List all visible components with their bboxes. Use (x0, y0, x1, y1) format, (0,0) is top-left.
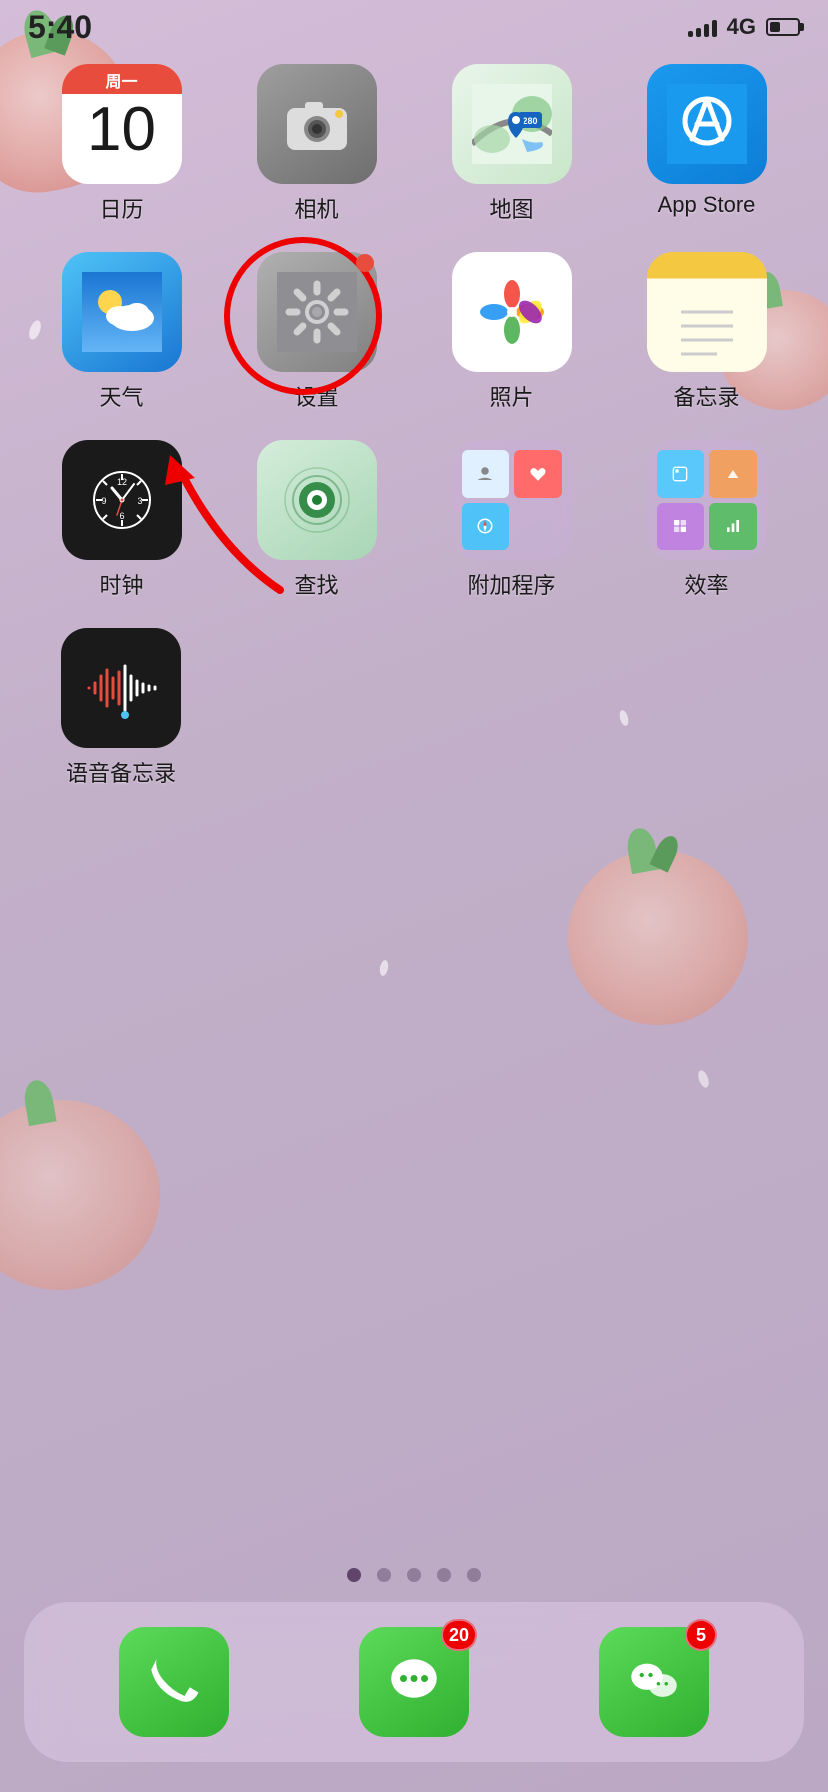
app-photos[interactable]: 照片 (437, 252, 587, 412)
signal-bars (688, 17, 717, 37)
signal-bar-4 (712, 20, 717, 37)
voicememo-label: 语音备忘录 (66, 756, 176, 788)
camera-icon (257, 64, 377, 184)
app-clock[interactable]: 12 6 9 3 时钟 (47, 440, 197, 600)
calendar-date: 10 (87, 96, 156, 164)
extras-mini-health (514, 450, 562, 498)
app-grid: 周一 10 日历 相机 (0, 64, 828, 816)
voicememo-svg (81, 648, 161, 728)
efficiency-folder-grid (647, 440, 767, 560)
clock-svg: 12 6 9 3 (82, 460, 162, 540)
photos-icon (452, 252, 572, 372)
calendar-icon: 周一 10 (62, 64, 182, 184)
signal-bar-3 (704, 24, 709, 37)
maps-svg: 280 (472, 84, 552, 164)
app-voicememo[interactable]: 语音备忘录 (46, 628, 196, 788)
phone-icon (119, 1627, 229, 1737)
dock: 20 5 (24, 1602, 804, 1762)
svg-text:6: 6 (119, 511, 124, 521)
extras-folder-grid (452, 440, 572, 560)
app-row-4: 语音备忘录 (24, 628, 804, 788)
status-bar: 5:40 4G (0, 0, 828, 54)
battery-indicator (766, 18, 800, 36)
calendar-label: 日历 (99, 192, 143, 224)
app-efficiency-folder[interactable]: 效率 (632, 440, 782, 600)
page-dot-5[interactable] (467, 1568, 481, 1582)
page-dot-1[interactable] (347, 1568, 361, 1582)
extras-label: 附加程序 (467, 568, 555, 600)
notes-lines-svg (667, 302, 747, 362)
app-extras-folder[interactable]: 附加程序 (437, 440, 587, 600)
messages-badge: 20 (441, 1619, 477, 1651)
app-calendar[interactable]: 周一 10 日历 (47, 64, 197, 224)
status-right: 4G (688, 14, 800, 40)
dock-wechat[interactable]: 5 (599, 1627, 709, 1737)
svg-text:12: 12 (116, 477, 126, 487)
signal-bar-1 (688, 31, 693, 37)
settings-badge (356, 254, 374, 272)
network-label: 4G (727, 14, 756, 40)
eff-mini-1 (657, 450, 705, 498)
page-dots (0, 1568, 828, 1582)
weather-icon (62, 252, 182, 372)
calendar-weekday: 周一 (62, 64, 182, 94)
findmy-label: 查找 (294, 568, 338, 600)
eff-mini-4 (709, 503, 757, 551)
wechat-badge: 5 (685, 1619, 717, 1651)
eff-mini-2 (709, 450, 757, 498)
appstore-svg (667, 84, 747, 164)
photos-label: 照片 (489, 380, 533, 412)
settings-label: 设置 (294, 380, 338, 412)
appstore-label: App Store (658, 192, 756, 218)
app-row-2: 天气 (24, 252, 804, 412)
svg-text:280: 280 (522, 116, 537, 126)
dock-phone[interactable] (119, 1627, 229, 1737)
messages-svg (379, 1647, 449, 1717)
efficiency-folder-icon (647, 440, 767, 560)
phone-svg (139, 1647, 209, 1717)
clock-label: 时钟 (99, 568, 143, 600)
dock-messages[interactable]: 20 (359, 1627, 469, 1737)
weather-svg (82, 272, 162, 352)
app-settings[interactable]: 设置 (242, 252, 392, 412)
app-findmy[interactable]: 查找 (242, 440, 392, 600)
camera-svg (277, 84, 357, 164)
maps-icon: 280 (452, 64, 572, 184)
findmy-svg (277, 460, 357, 540)
notes-label: 备忘录 (673, 380, 739, 412)
photos-svg (472, 272, 552, 352)
status-time: 5:40 (28, 9, 92, 46)
extras-folder-icon (452, 440, 572, 560)
notes-icon (647, 252, 767, 372)
app-camera[interactable]: 相机 (242, 64, 392, 224)
page-dot-4[interactable] (437, 1568, 451, 1582)
page-dot-2[interactable] (377, 1568, 391, 1582)
findmy-icon (257, 440, 377, 560)
app-maps[interactable]: 280 地图 (437, 64, 587, 224)
appstore-icon (647, 64, 767, 184)
peach-decor-3 (568, 850, 748, 1025)
battery-level (770, 22, 780, 32)
svg-text:9: 9 (101, 496, 106, 506)
efficiency-label: 效率 (684, 568, 728, 600)
peach-decor-4 (0, 1100, 160, 1290)
signal-bar-2 (696, 28, 701, 37)
app-row-3: 12 6 9 3 时钟 (24, 440, 804, 600)
app-notes[interactable]: 备忘录 (632, 252, 782, 412)
app-appstore[interactable]: App Store (632, 64, 782, 224)
app-row-1: 周一 10 日历 相机 (24, 64, 804, 224)
extras-mini-contacts (462, 450, 510, 498)
settings-svg (277, 272, 357, 352)
app-weather[interactable]: 天气 (47, 252, 197, 412)
page-dot-3[interactable] (407, 1568, 421, 1582)
weather-label: 天气 (99, 380, 143, 412)
maps-label: 地图 (489, 192, 533, 224)
clock-icon: 12 6 9 3 (62, 440, 182, 560)
voicememo-icon (61, 628, 181, 748)
camera-label: 相机 (294, 192, 338, 224)
eff-mini-3 (657, 503, 705, 551)
wechat-svg (619, 1647, 689, 1717)
extras-mini-compass (462, 503, 510, 551)
svg-text:3: 3 (137, 496, 142, 506)
